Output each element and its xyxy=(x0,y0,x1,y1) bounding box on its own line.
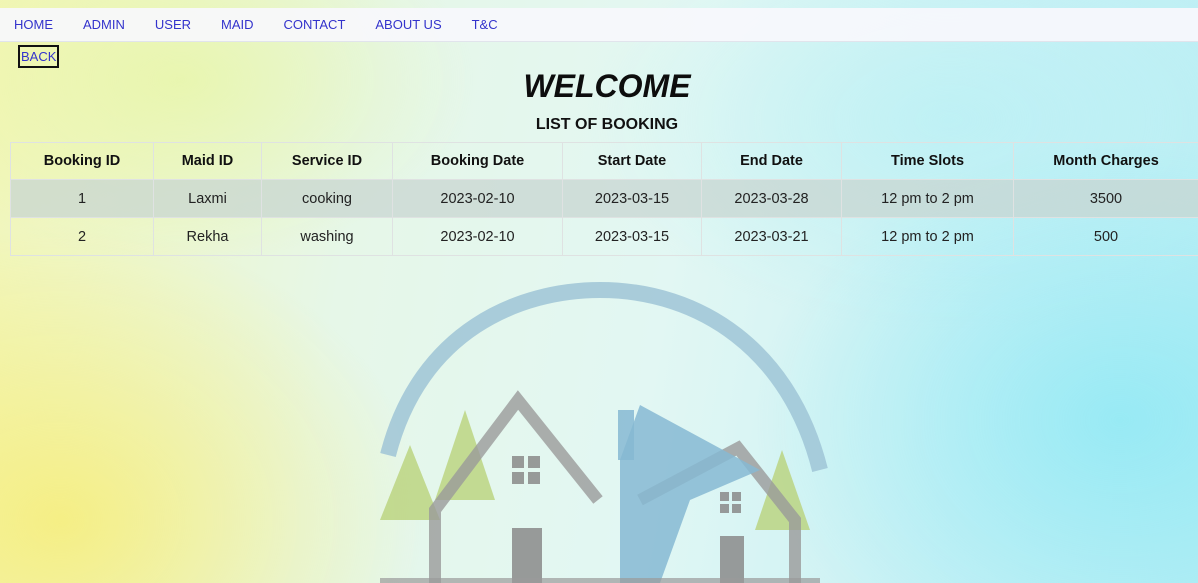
booking-table: Booking ID Maid ID Service ID Booking Da… xyxy=(10,142,1198,256)
tree-right-icon xyxy=(755,450,810,530)
table-cell: 12 pm to 2 pm xyxy=(841,179,1014,218)
booking-table-container: Booking ID Maid ID Service ID Booking Da… xyxy=(10,142,1198,256)
nav-item-maid[interactable]: MAID xyxy=(221,17,254,32)
nav-item-contact[interactable]: CONTACT xyxy=(284,17,346,32)
table-cell: 2 xyxy=(10,217,154,256)
arc-shape xyxy=(380,281,828,472)
back-button[interactable]: BACK xyxy=(18,45,60,68)
table-row: 2 Rekha washing 2023-02-10 2023-03-15 20… xyxy=(10,217,1198,256)
table-cell: Laxmi xyxy=(153,179,262,218)
table-cell: 2023-03-21 xyxy=(701,217,842,256)
column-header: Maid ID xyxy=(153,142,262,180)
top-navigation: HOME ADMIN USER MAID CONTACT ABOUT US T&… xyxy=(0,8,1198,42)
column-header: Start Date xyxy=(562,142,702,180)
table-cell: 2023-03-15 xyxy=(562,217,702,256)
window-left-icon xyxy=(512,456,540,484)
column-header: Month Charges xyxy=(1013,142,1198,180)
nav-item-about-us[interactable]: ABOUT US xyxy=(375,17,441,32)
page-subtitle: LIST OF BOOKING xyxy=(535,116,679,133)
table-cell: 2023-02-10 xyxy=(392,217,563,256)
nav-item-home[interactable]: HOME xyxy=(14,17,53,32)
column-header: Booking ID xyxy=(10,142,154,180)
nav-list: HOME ADMIN USER MAID CONTACT ABOUT US T&… xyxy=(0,8,1198,41)
table-cell: 12 pm to 2 pm xyxy=(841,217,1014,256)
table-cell: washing xyxy=(261,217,393,256)
table-cell: 2023-02-10 xyxy=(392,179,563,218)
nav-item-admin[interactable]: ADMIN xyxy=(83,17,125,32)
column-header: Time Slots xyxy=(841,142,1014,180)
column-header: Booking Date xyxy=(392,142,563,180)
door-left-icon xyxy=(512,528,542,583)
table-cell: 3500 xyxy=(1013,179,1198,218)
column-header: Service ID xyxy=(261,142,393,180)
table-cell: 500 xyxy=(1013,217,1198,256)
table-cell: 2023-03-15 xyxy=(562,179,702,218)
table-cell: cooking xyxy=(261,179,393,218)
table-cell: Rekha xyxy=(153,217,262,256)
page-title: WELCOME xyxy=(523,68,691,104)
column-header: End Date xyxy=(701,142,842,180)
nav-item-user[interactable]: USER xyxy=(155,17,191,32)
table-cell: 2023-03-28 xyxy=(701,179,842,218)
door-right-icon xyxy=(720,536,744,583)
window-right-icon xyxy=(720,492,741,513)
nav-item-terms[interactable]: T&C xyxy=(472,17,498,32)
table-row: 1 Laxmi cooking 2023-02-10 2023-03-15 20… xyxy=(10,179,1198,218)
table-header-row: Booking ID Maid ID Service ID Booking Da… xyxy=(10,142,1198,180)
table-cell: 1 xyxy=(10,179,154,218)
